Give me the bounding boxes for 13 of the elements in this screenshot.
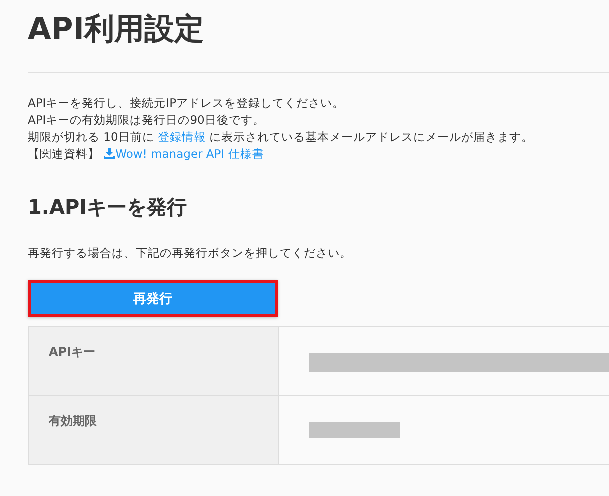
row-label: APIキー xyxy=(49,344,96,361)
download-link[interactable]: Wow! manager API 仕様書 xyxy=(104,147,264,161)
intro-text: APIキーの有効期限は発行日の90日後です。 xyxy=(28,112,265,129)
page-title: API利用設定 xyxy=(28,11,206,49)
row-label: 有効期限 xyxy=(49,413,97,430)
section-heading: 1.APIキーを発行 xyxy=(28,194,188,221)
download-icon xyxy=(104,148,115,159)
intro-text: APIキーを発行し、接続元IPアドレスを登録してください。 xyxy=(28,95,345,112)
reissue-button[interactable]: 再発行 xyxy=(28,280,278,317)
intro-text: 【関連資料】 Wow! manager API 仕様書 xyxy=(28,146,264,163)
instruction-text: 再発行する場合は、下記の再発行ボタンを押してください。 xyxy=(28,245,352,262)
intro-text: 期限が切れる 10日前に 登録情報 に表示されている基本メールアドレスにメールが届きます。 xyxy=(28,129,534,146)
link[interactable]: 登録情報 xyxy=(158,130,206,144)
